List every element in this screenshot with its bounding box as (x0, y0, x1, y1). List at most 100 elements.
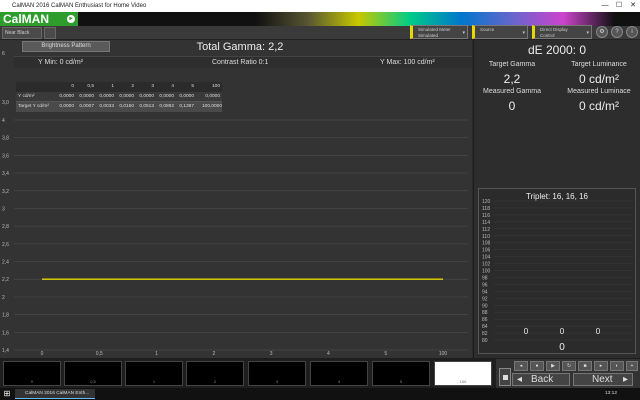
contrast-ratio-label: Contrast Ratio 0:1 (212, 59, 269, 66)
minimize-button[interactable]: — (598, 0, 612, 12)
triplet-axis-label: 120 (482, 199, 491, 205)
settings-icon[interactable]: ⚙ (596, 26, 608, 38)
window-title: CalMAN 2016 CalMAN Enthusiast for Home V… (12, 3, 147, 9)
display-select-label: Direct Display Control (540, 27, 568, 38)
chevron-down-icon: ▾ (522, 30, 525, 36)
row-label: Target Y cd/m² (18, 104, 50, 109)
near-black-toggle[interactable] (44, 27, 56, 39)
triplet-axis-label: 82 (482, 331, 488, 337)
taskbar-app-calman[interactable]: CalMAN 2016 CalMAN Enth... (15, 389, 95, 399)
y-tick-label: 4 (2, 118, 5, 124)
target-gamma-label: Target Gamma (488, 61, 536, 68)
measured-luminance-value: 0 cd/m² (578, 99, 619, 113)
column-header: 5 (191, 84, 194, 89)
x-tick-label: 1 (155, 351, 158, 357)
column-header: 2 (131, 84, 134, 89)
zoom-icon[interactable]: + (626, 361, 638, 371)
table-cell: 0,0007 (79, 104, 94, 109)
info-icon[interactable]: i (626, 26, 638, 38)
table-cell: 0,0000 (205, 94, 220, 99)
toggle-icon[interactable]: ◐ (610, 361, 624, 371)
repeat-icon[interactable]: ↻ (562, 361, 576, 371)
read-continuous-icon[interactable]: ▶ (546, 361, 560, 371)
display-control-select[interactable]: Direct Display Control ▾ (532, 25, 592, 39)
swatch-label: 3 (275, 379, 279, 384)
triplet-axis-label: 88 (482, 310, 488, 316)
table-cell: 0,0000 (139, 94, 154, 99)
y-tick-label: 2,2 (2, 277, 9, 283)
x-tick-label: 4 (327, 351, 330, 357)
source-select[interactable]: Source ▾ (472, 25, 528, 39)
next-label: Next (592, 374, 613, 385)
pattern-swatch[interactable]: 0 (3, 361, 61, 386)
pattern-swatch-selected[interactable]: 100 (434, 361, 492, 386)
table-row: Target Y cd/m² 0,0000 0,0007 0,0033 0,01… (16, 102, 222, 112)
table-cell: 0,0000 (99, 94, 114, 99)
y-tick-label: 2,8 (2, 224, 9, 230)
swatch-label: 0,5 (90, 379, 96, 384)
y-tick-label: 1,4 (2, 348, 9, 354)
column-header: 0,5 (87, 84, 94, 89)
column-header: 4 (171, 84, 174, 89)
close-button[interactable]: ✕ (626, 0, 640, 12)
back-button[interactable]: ◂ Back (512, 373, 570, 386)
help-icon[interactable]: ? (611, 26, 623, 38)
last-icon[interactable]: ▸ (594, 361, 608, 371)
table-cell: 0,0150 (119, 104, 134, 109)
y-min-label: Y Min: 0 cd/m² (38, 59, 83, 66)
windows-taskbar (0, 388, 640, 400)
triplet-axis: 1201181161141121101081061041021009896949… (482, 199, 633, 344)
swatch-label: 5 (399, 379, 403, 384)
target-luminance-label: Target Luminance (571, 61, 627, 68)
triplet-axis-label: 98 (482, 275, 488, 281)
triplet-axis-label: 90 (482, 303, 488, 309)
triplet-axis-label: 106 (482, 248, 491, 254)
swatch-label: 4 (337, 379, 341, 384)
first-icon[interactable]: ◂ (514, 361, 528, 371)
play-arrow-icon: ▸ (67, 15, 75, 23)
table-cell: 0,1387 (179, 104, 194, 109)
table-cell: 0,0000 (79, 94, 94, 99)
back-label: Back (531, 374, 554, 385)
pattern-swatch[interactable]: 5 (372, 361, 430, 386)
y-tick-label: 2,4 (2, 260, 9, 266)
triplet-axis-label: 100 (482, 269, 491, 275)
brightness-pattern-button[interactable]: Brightness Pattern (22, 41, 110, 52)
pattern-swatch[interactable]: 3 (248, 361, 306, 386)
maximize-button[interactable]: ☐ (612, 0, 626, 12)
measured-gamma-label: Measured Gamma (483, 88, 541, 95)
y-max-label: Y Max: 100 cd/m² (380, 59, 435, 66)
triplet-axis-label: 116 (482, 213, 490, 219)
triplet-axis-label: 92 (482, 296, 488, 302)
stop-icon[interactable]: ■ (578, 361, 592, 371)
triplet-axis-label: 112 (482, 227, 490, 233)
near-black-button[interactable]: Near Black (2, 27, 42, 39)
target-gamma-value: 2,2 (503, 72, 521, 86)
table-header-row: 0 0,5 1 2 3 4 5 100 (16, 82, 222, 92)
chevron-down-icon: ▾ (586, 30, 589, 36)
pattern-swatch[interactable]: 0,5 (64, 361, 122, 386)
window-titlebar: CalMAN 2016 CalMAN Enthusiast for Home V… (0, 0, 640, 12)
pattern-swatch[interactable]: 4 (310, 361, 368, 386)
pattern-swatch[interactable]: 2 (186, 361, 244, 386)
calman-logo[interactable]: CalMAN ▸ (0, 12, 78, 26)
y-tick-label: 3,0 (2, 100, 9, 106)
y-tick-label: 3,8 (2, 136, 9, 142)
triplet-axis-label: 118 (482, 206, 490, 212)
triplet-axis-label: 108 (482, 241, 491, 247)
next-button[interactable]: Next ▸ (573, 373, 633, 386)
table-cell: 0,0513 (139, 104, 154, 109)
meter-select[interactable]: Simulated Meter Simulated ▾ (410, 25, 468, 39)
x-tick-label: 5 (384, 351, 387, 357)
y-tick-label: 3,2 (2, 189, 9, 195)
windows-start-icon[interactable]: ⊞ (2, 389, 12, 399)
pattern-swatch[interactable]: 1 (125, 361, 183, 386)
stop-button[interactable] (499, 368, 511, 386)
luminance-info-strip: Y Min: 0 cd/m² Contrast Ratio 0:1 Y Max:… (14, 56, 472, 68)
logo-text: CalMAN (3, 12, 50, 26)
taskbar-clock: 13:12 (604, 391, 617, 396)
table-cell: 0,0000 (59, 94, 74, 99)
record-icon[interactable]: ● (530, 361, 544, 371)
column-header: 100 (211, 84, 220, 89)
meter-select-value: Simulated (418, 33, 439, 38)
